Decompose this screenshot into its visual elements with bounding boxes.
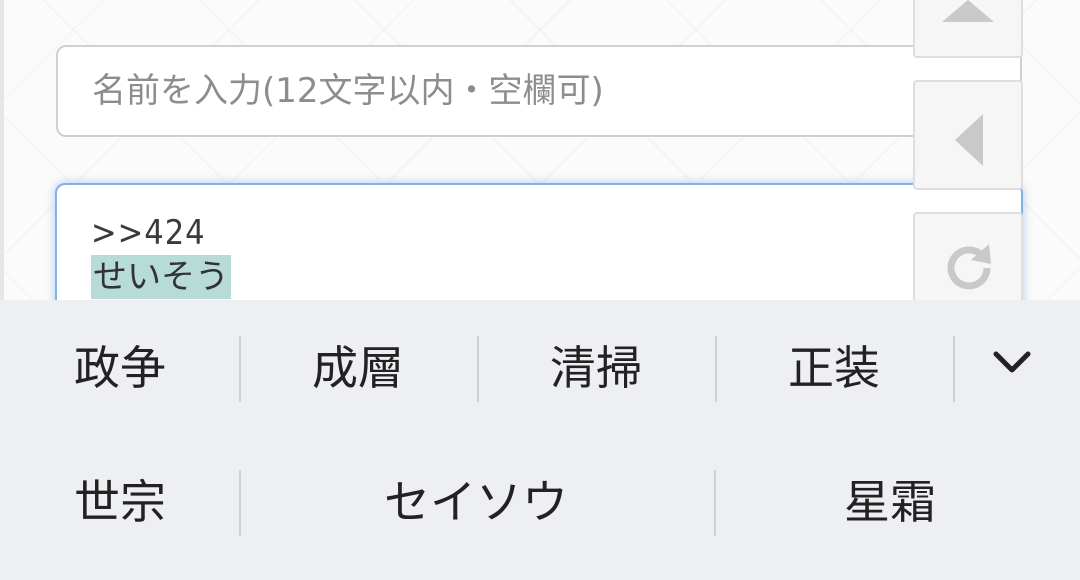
chevron-down-icon[interactable] [988, 338, 1036, 386]
ime-candidate[interactable]: 成層 [278, 338, 438, 398]
candidate-divider [477, 336, 479, 402]
scroll-top-button[interactable] [913, 0, 1023, 58]
candidate-divider [239, 470, 241, 536]
name-input[interactable] [56, 45, 1022, 137]
triangle-left-icon [955, 114, 983, 166]
triangle-up-icon [942, 0, 994, 22]
candidate-divider [953, 336, 955, 402]
ime-composing-text: せいそう [91, 255, 231, 299]
reload-icon [947, 244, 991, 290]
screen: >>424 せいそう 政争 成層 清掃 正装 世宗 セイソウ 星霜 [0, 0, 1080, 580]
ime-candidate-bar: 政争 成層 清掃 正装 世宗 セイソウ 星霜 [0, 300, 1080, 580]
ime-candidate[interactable]: 清掃 [516, 338, 676, 398]
ime-candidate[interactable]: 政争 [40, 338, 200, 398]
ime-candidate[interactable]: 世宗 [40, 472, 200, 532]
ime-candidate[interactable]: 星霜 [780, 472, 1000, 532]
candidate-divider [239, 336, 241, 402]
back-button[interactable] [913, 80, 1023, 190]
candidate-divider [714, 470, 716, 536]
page-edge [0, 0, 4, 300]
candidate-divider [715, 336, 717, 402]
comment-reply-anchor: >>424 [91, 213, 206, 253]
ime-candidate[interactable]: セイソウ [276, 472, 676, 532]
ime-candidate[interactable]: 正装 [754, 338, 914, 398]
